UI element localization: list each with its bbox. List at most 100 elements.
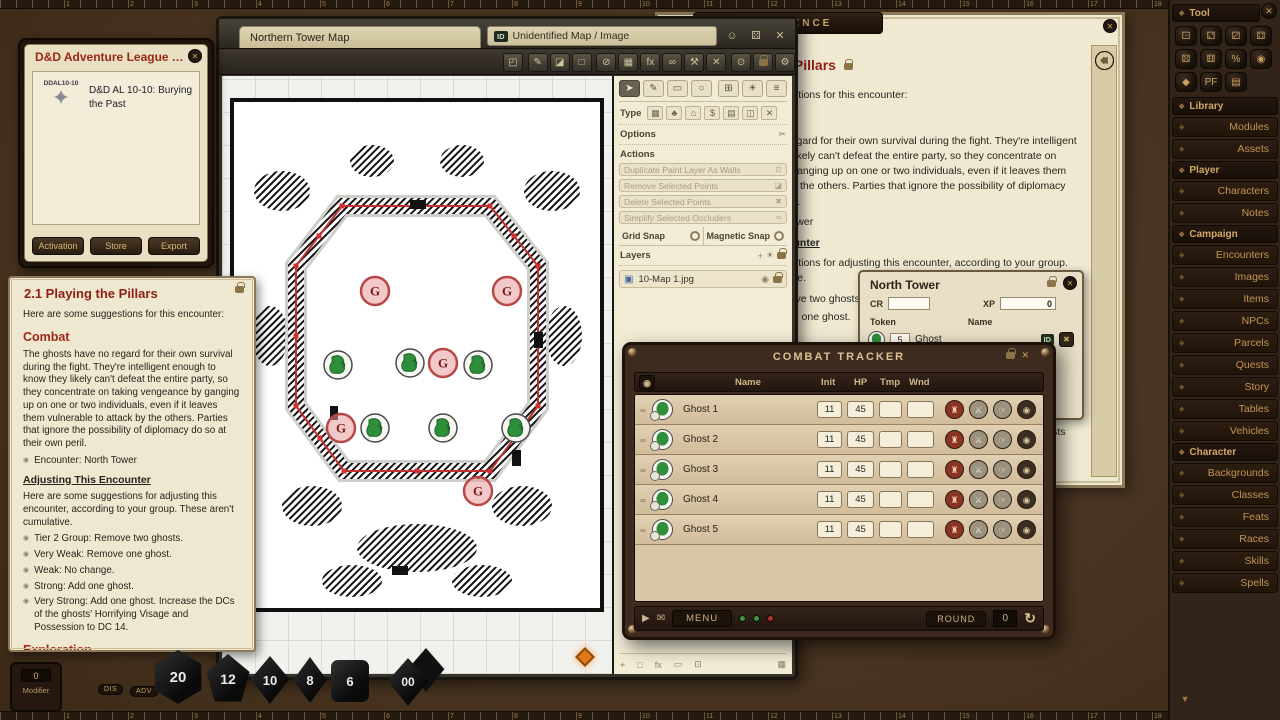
link-icon[interactable]: ∞ [662,53,682,72]
rect-mode-icon[interactable]: ▭ [667,80,688,97]
close-icon[interactable]: ✕ [1261,3,1277,19]
attack-icon[interactable]: ⚔ [969,520,988,539]
tool-gem-icon[interactable]: ◆ [1175,72,1197,92]
hp-field[interactable]: 45 [847,401,874,418]
trash-icon[interactable]: ✖ [1059,332,1074,347]
die-icon[interactable]: ⚄ [747,27,765,45]
combatant-token-icon[interactable] [652,519,673,540]
tmp-field[interactable] [879,461,902,478]
init-field[interactable]: 11 [817,401,842,418]
sidebar-item-npcs[interactable]: ◆NPCs [1172,311,1278,331]
mask-type-icon[interactable]: ◫ [742,106,758,120]
tmp-field[interactable] [879,431,902,448]
close-icon[interactable]: ✕ [188,49,202,63]
tool-pf-icon[interactable]: PF [1200,72,1222,92]
lock-icon[interactable] [1047,280,1056,287]
faction-icon[interactable]: ♜ [945,430,964,449]
sidebar-header-player[interactable]: ◆Player [1172,161,1278,179]
build-icon[interactable]: ⚒ [684,53,704,72]
add-layer-icon[interactable]: + [758,251,763,261]
sidebar-item-characters[interactable]: ◆Characters [1172,181,1278,201]
grid-panel-icon[interactable]: ⊞ [718,80,739,97]
hp-field[interactable]: 45 [847,461,874,478]
hand-icon[interactable]: ☞ [993,490,1012,509]
d20-die[interactable]: 20 [152,650,204,704]
character-token[interactable] [502,414,530,442]
sidebar-item-assets[interactable]: ◆Assets [1172,139,1278,159]
tracker-row[interactable]: ∞ Ghost 2 11 45 ♜ ⚔ ☞ ◉ [635,425,1043,455]
combatant-token-icon[interactable] [652,459,673,480]
tool-coin-icon[interactable]: ◉ [1250,49,1272,69]
sidebar-item-modules[interactable]: ◆Modules [1172,117,1278,137]
round-counter[interactable]: 0 [993,610,1017,627]
map-canvas[interactable]: G [222,76,612,674]
tile-type-icon[interactable]: ▤ [723,106,739,120]
sidebar-item-items[interactable]: ◆Items [1172,289,1278,309]
share-player-icon[interactable]: ☺ [723,27,741,45]
attack-icon[interactable]: ⚔ [969,430,988,449]
sidebar-header-library[interactable]: ◆Library [1172,97,1278,115]
sidebar-item-story[interactable]: ◆Story [1172,377,1278,397]
tracker-row[interactable]: ∞ Ghost 1 11 45 ♜ ⚔ ☞ ◉ [635,395,1043,425]
sidebar-item-races[interactable]: ◆Races [1172,529,1278,549]
fx-icon[interactable]: fx [640,53,660,72]
combatant-name[interactable]: Ghost 5 [683,524,718,535]
combatant-token-icon[interactable] [652,429,673,450]
tracker-row[interactable]: ∞ Ghost 3 11 45 ♜ ⚔ ☞ ◉ [635,455,1043,485]
combatant-token-icon[interactable] [652,399,673,420]
eye-icon[interactable]: ◉ [1017,490,1036,509]
select-icon[interactable]: □ [572,53,592,72]
wall-type-icon[interactable]: ▦ [647,106,663,120]
wnd-field[interactable] [907,491,934,508]
sidebar-header-character[interactable]: ◆Character [1172,443,1278,461]
terrain-type-icon[interactable]: ♣ [666,106,682,120]
hand-icon[interactable]: ☞ [993,400,1012,419]
tmp-field[interactable] [879,491,902,508]
map-titlebar[interactable]: Northern Tower Map ID Unidentified Map /… [219,19,795,49]
hp-field[interactable]: 45 [847,521,874,538]
sidebar-item-backgrounds[interactable]: ◆Backgrounds [1172,463,1278,483]
gear-icon[interactable]: ⚙ [775,53,795,72]
rect-tool-icon[interactable]: ▭ [674,659,683,670]
add-icon[interactable]: + [620,660,625,670]
init-field[interactable]: 11 [817,431,842,448]
fx-icon[interactable]: fx [655,660,662,670]
sidebar-item-feats[interactable]: ◆Feats [1172,507,1278,527]
sidebar-item-classes[interactable]: ◆Classes [1172,485,1278,505]
hp-field[interactable]: 45 [847,431,874,448]
remove-selected-points-button[interactable]: Remove Selected Points◪ [619,179,787,192]
sidebar-item-parcels[interactable]: ◆Parcels [1172,333,1278,353]
close-icon[interactable]: ✕ [1103,19,1117,33]
tracker-row[interactable]: ∞ Ghost 5 11 45 ♜ ⚔ ☞ ◉ [635,515,1043,545]
sidebar-item-skills[interactable]: ◆Skills [1172,551,1278,571]
copy-icon[interactable]: ⊡ [694,659,702,670]
faction-icon[interactable]: ♜ [945,520,964,539]
treasure-type-icon[interactable]: $ [704,106,720,120]
eye-icon[interactable]: ◉ [1017,520,1036,539]
tool-percent-icon[interactable]: % [1225,49,1247,69]
tool-die-icon[interactable]: ⚂ [1225,26,1247,46]
light-icon[interactable]: ☀ [742,80,763,97]
sidebar-item-quests[interactable]: ◆Quests [1172,355,1278,375]
delete-selected-points-button[interactable]: Delete Selected Points✖ [619,195,787,208]
chevron-down-icon[interactable]: ▼ [1176,692,1194,706]
status-led-green[interactable] [753,615,760,622]
close-icon[interactable]: ✕ [771,27,789,45]
tool-scroll-icon[interactable]: ▤ [1225,72,1247,92]
faction-icon[interactable]: ♜ [945,490,964,509]
eye-icon[interactable]: ◉ [1017,460,1036,479]
visibility-icon[interactable]: ◉ [639,375,655,390]
draw-mode-icon[interactable]: ✎ [643,80,664,97]
init-field[interactable]: 11 [817,461,842,478]
close-icon[interactable]: ✕ [1021,350,1029,361]
status-led-green[interactable] [739,615,746,622]
tool-die-icon[interactable]: ⚃ [1250,26,1272,46]
brush-icon[interactable]: ✎ [528,53,548,72]
forge-icon[interactable] [574,646,596,668]
hand-icon[interactable]: ☞ [993,520,1012,539]
lock-icon[interactable] [235,286,244,293]
status-led-red[interactable] [767,615,774,622]
wnd-field[interactable] [907,401,934,418]
close-icon[interactable]: ✕ [1063,276,1077,290]
circle-mode-icon[interactable]: ○ [691,80,712,97]
